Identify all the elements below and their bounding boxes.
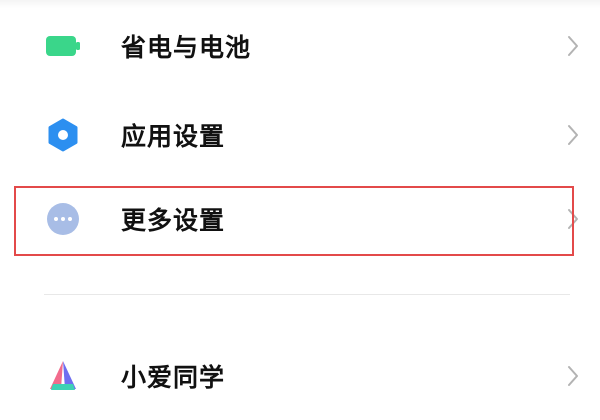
settings-item-label: 省电与电池 [121,33,252,62]
gear-icon [44,118,82,152]
more-dots-icon [44,202,82,236]
settings-item-more-settings[interactable]: 更多设置 [0,176,600,262]
battery-icon [44,29,82,63]
settings-item-battery[interactable]: 省电与电池 [0,3,600,89]
settings-item-label: 更多设置 [121,206,226,235]
settings-item-xiaoai[interactable]: 小爱同学 [0,333,600,419]
settings-item-app-settings[interactable]: 应用设置 [0,92,600,178]
chevron-right-icon [566,34,580,58]
settings-item-label: 应用设置 [121,122,226,151]
settings-item-label: 小爱同学 [121,363,226,392]
chevron-right-icon [566,364,580,388]
section-divider [44,294,570,295]
chevron-right-icon [566,123,580,147]
xiaoai-logo-icon [44,359,82,393]
chevron-right-icon [566,207,580,231]
